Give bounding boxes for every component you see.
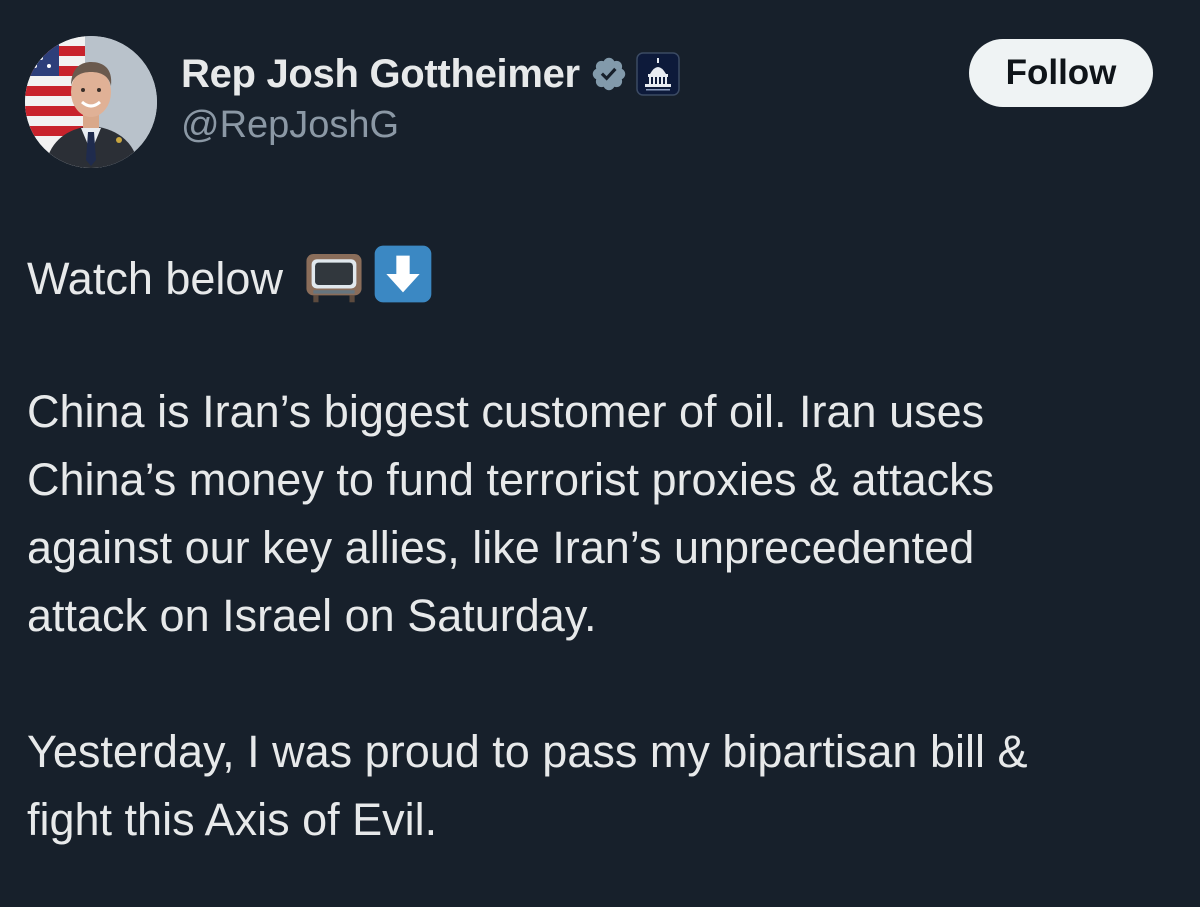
paragraph-1-line: China is Iran’s biggest customer of oil.… bbox=[27, 386, 985, 437]
paragraph-1-line: against our key allies, like Iran’s unpr… bbox=[27, 522, 975, 573]
avatar-image bbox=[25, 36, 157, 168]
name-row: Rep Josh Gottheimer bbox=[181, 48, 680, 100]
paragraph-2-line: fight this Axis of Evil. bbox=[27, 794, 438, 845]
capitol-dome-icon[interactable] bbox=[636, 52, 680, 96]
paragraph-1-line: attack on Israel on Saturday. bbox=[27, 590, 597, 641]
tweet-text: Watch below China is Iran’s biggest cust… bbox=[27, 242, 1177, 854]
user-handle[interactable]: @RepJoshG bbox=[181, 104, 680, 147]
paragraph-1-line: China’s money to fund terrorist proxies … bbox=[27, 454, 995, 505]
tweet-intro-line: Watch below bbox=[27, 242, 1177, 310]
follow-button[interactable]: Follow bbox=[969, 39, 1153, 107]
avatar[interactable] bbox=[25, 36, 157, 168]
tweet-intro-text: Watch below bbox=[27, 253, 283, 304]
down-arrow-emoji-icon bbox=[373, 244, 433, 323]
verified-badge-icon[interactable] bbox=[590, 55, 628, 93]
television-emoji-icon bbox=[303, 242, 365, 323]
tweet-header: Rep Josh Gottheimer @RepJoshG bbox=[181, 48, 680, 147]
display-name[interactable]: Rep Josh Gottheimer bbox=[181, 52, 580, 97]
tweet-card: Rep Josh Gottheimer @RepJoshG Follow Wat… bbox=[0, 0, 1200, 907]
paragraph-2-line: Yesterday, I was proud to pass my bipart… bbox=[27, 726, 1028, 777]
